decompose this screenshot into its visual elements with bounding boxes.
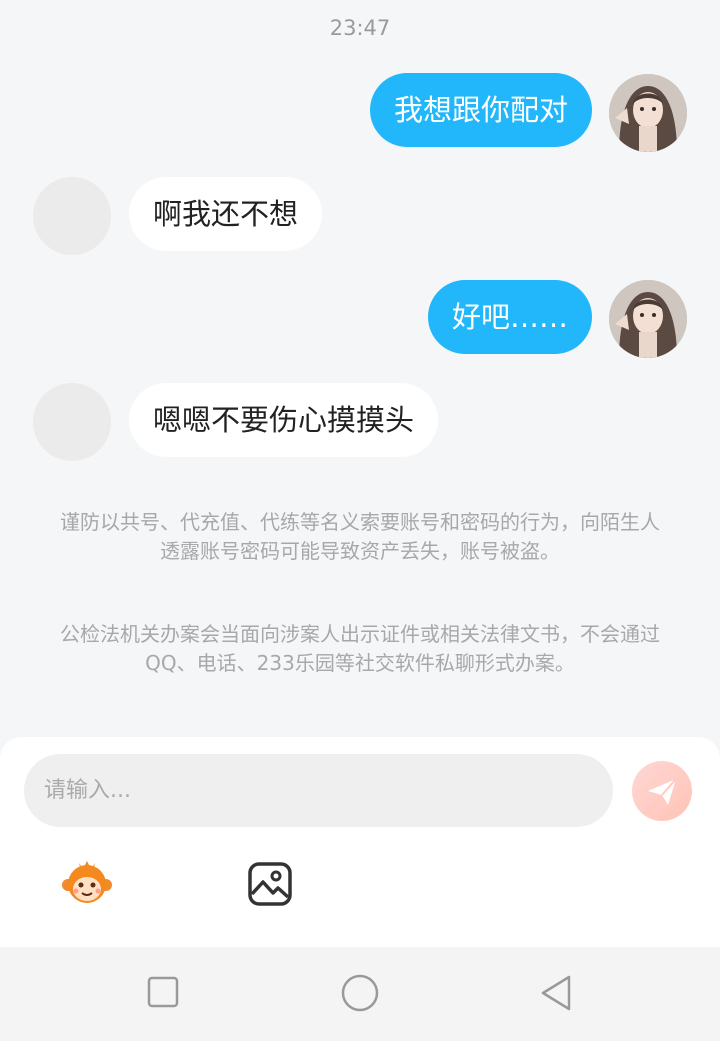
contact-avatar[interactable] bbox=[33, 177, 111, 255]
image-button[interactable] bbox=[247, 861, 293, 907]
back-button[interactable] bbox=[537, 973, 577, 1013]
image-icon bbox=[248, 862, 292, 906]
message-row: 啊我还不想 bbox=[0, 177, 720, 257]
recent-apps-icon bbox=[147, 976, 179, 1008]
contact-avatar[interactable] bbox=[33, 383, 111, 461]
chat-timestamp: 23:47 bbox=[329, 16, 391, 40]
recent-apps-button[interactable] bbox=[146, 975, 180, 1009]
my-avatar[interactable] bbox=[609, 280, 687, 358]
system-nav-bar bbox=[0, 947, 720, 1041]
avatar-photo-icon bbox=[609, 74, 687, 152]
send-button[interactable] bbox=[632, 761, 692, 821]
safety-notice: 谨防以共号、代充值、代练等名义索要账号和密码的行为，向陌生人透露账号密码可能导致… bbox=[60, 510, 660, 563]
message-row: 嗯嗯不要伤心摸摸头 bbox=[0, 383, 720, 463]
monkey-emoji-icon bbox=[62, 861, 112, 903]
safety-notice: 公检法机关办案会当面向涉案人出示证件或相关法律文书，不会通过QQ、电话、233乐… bbox=[60, 622, 660, 675]
my-avatar[interactable] bbox=[609, 74, 687, 152]
message-bubble-outgoing[interactable]: 好吧…… bbox=[427, 280, 592, 354]
message-bubble-outgoing[interactable]: 我想跟你配对 bbox=[369, 73, 592, 147]
home-icon bbox=[341, 974, 379, 1012]
composer-panel bbox=[0, 737, 720, 947]
emoji-button[interactable] bbox=[61, 857, 113, 909]
message-bubble-incoming[interactable]: 嗯嗯不要伤心摸摸头 bbox=[129, 383, 439, 457]
message-input[interactable] bbox=[24, 754, 613, 827]
paper-plane-icon bbox=[648, 778, 677, 805]
avatar-photo-icon bbox=[609, 280, 687, 358]
message-bubble-incoming[interactable]: 啊我还不想 bbox=[129, 177, 323, 251]
message-row: 好吧…… bbox=[0, 280, 720, 360]
home-button[interactable] bbox=[340, 973, 380, 1013]
message-row: 我想跟你配对 bbox=[0, 73, 720, 153]
back-icon bbox=[541, 975, 571, 1011]
